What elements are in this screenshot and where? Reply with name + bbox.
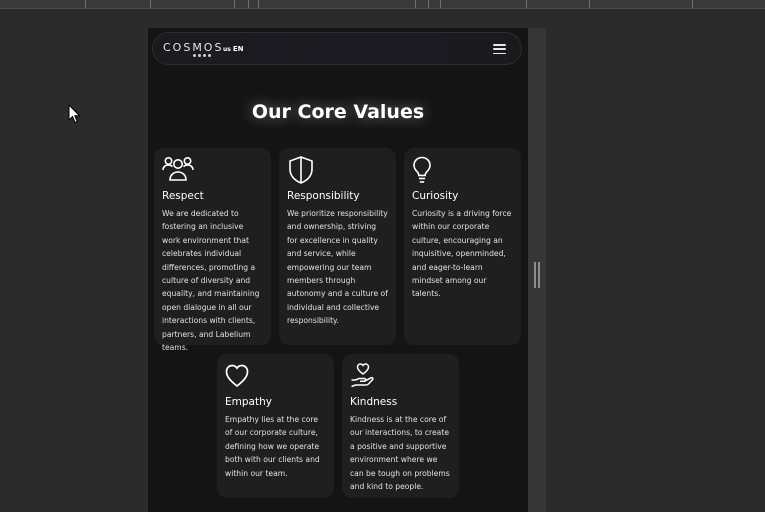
language-code: EN [232, 45, 244, 53]
language-region: us [223, 46, 231, 53]
people-icon [162, 156, 194, 181]
cosmos-logo[interactable]: COSMOS [163, 41, 223, 54]
card-title: Respect [162, 190, 204, 202]
value-card-curiosity: Curiosity Curiosity is a driving force w… [404, 148, 521, 345]
card-description: Kindness is at the core of our interacti… [350, 415, 450, 492]
value-card-respect: Respect We are dedicated to fostering an… [154, 148, 271, 352]
lightbulb-icon [413, 156, 431, 183]
logo-dots-icon [193, 54, 211, 57]
device-viewport: COSMOS us EN Our Core Values Respect We a… [148, 28, 546, 512]
value-card-kindness: Kindness Kindness is at the core of our … [342, 354, 459, 498]
mouse-pointer-icon [68, 104, 81, 124]
value-card-responsibility: Responsibility We prioritize responsibil… [279, 148, 396, 345]
hamburger-menu-icon[interactable] [493, 44, 506, 54]
section-title: Our Core Values [251, 101, 425, 123]
language-selector[interactable]: us EN [223, 45, 243, 53]
card-description: Empathy lies at the core of our corporat… [225, 415, 320, 478]
heart-icon [225, 364, 249, 388]
card-title: Responsibility [287, 190, 360, 202]
navbar: COSMOS us EN [152, 32, 522, 65]
card-title: Kindness [350, 396, 398, 408]
resize-handle[interactable] [534, 262, 540, 288]
heart-hand-icon [351, 363, 374, 388]
card-description: We are dedicated to fostering an inclusi… [162, 209, 260, 353]
shield-icon [289, 156, 313, 184]
card-title: Curiosity [412, 190, 459, 202]
card-description: Curiosity is a driving force within our … [412, 209, 512, 299]
card-title: Empathy [225, 396, 272, 408]
top-ruler [0, 0, 765, 9]
card-description: We prioritize responsibility and ownersh… [287, 209, 388, 326]
value-card-empathy: Empathy Empathy lies at the core of our … [217, 354, 334, 498]
web-page[interactable]: COSMOS us EN Our Core Values Respect We a… [148, 28, 528, 512]
